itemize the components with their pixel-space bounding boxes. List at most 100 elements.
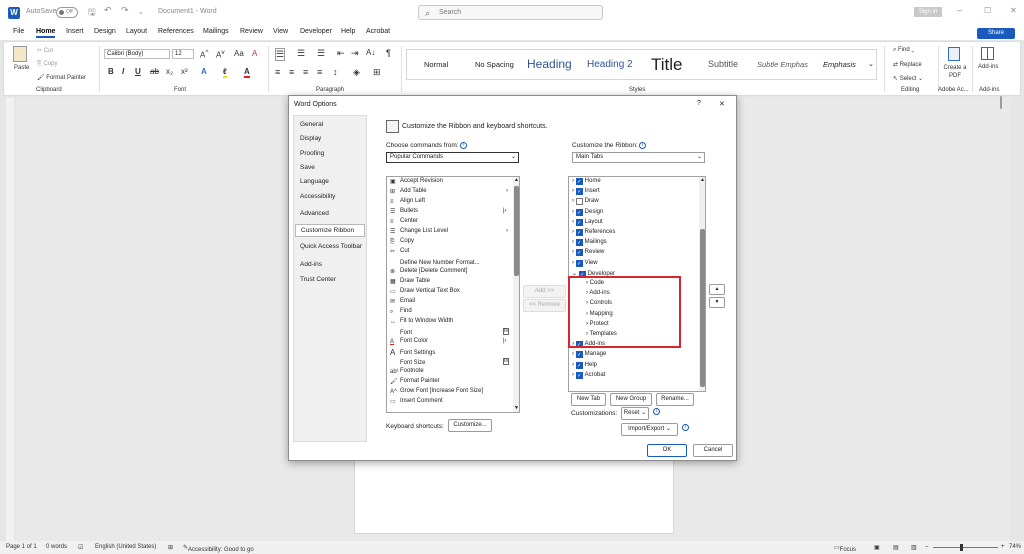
- customize-shortcuts-button[interactable]: Customize...: [448, 419, 492, 432]
- tab-mailings[interactable]: Mailings: [203, 28, 229, 35]
- list-item[interactable]: 🖌 Format Painter: [390, 378, 440, 385]
- dialog-close-icon[interactable]: ✕: [719, 100, 725, 108]
- customize-qat-icon[interactable]: ⌄: [138, 8, 144, 16]
- list-item[interactable]: Font I≡: [390, 328, 510, 336]
- list-item[interactable]: ▭ Draw Vertical Text Box: [390, 288, 460, 295]
- language-status[interactable]: English (United States): [95, 544, 156, 550]
- checkbox[interactable]: ✓: [575, 198, 583, 206]
- list-item[interactable]: ⊞ Add Table ›: [390, 188, 508, 195]
- tree-item[interactable]: › ✓ Design: [572, 208, 603, 216]
- zoom-slider[interactable]: [933, 547, 998, 548]
- tab-references[interactable]: References: [158, 28, 194, 35]
- focus-button[interactable]: ▭ Focus: [834, 544, 856, 553]
- list-item[interactable]: ▣ Accept Revision: [390, 178, 443, 185]
- style-heading-2[interactable]: Heading 2: [587, 50, 633, 79]
- ok-button[interactable]: OK: [647, 444, 687, 457]
- nav-accessibility[interactable]: Accessibility: [300, 193, 335, 200]
- cancel-button[interactable]: Cancel: [693, 444, 733, 457]
- text-effects-icon[interactable]: A: [201, 67, 207, 76]
- new-group-button[interactable]: New Group: [610, 393, 652, 406]
- style-subtle-emphasis[interactable]: Subtle Emphas: [757, 50, 808, 79]
- list-item[interactable]: ≡ Align Left: [390, 198, 425, 206]
- tab-layout[interactable]: Layout: [126, 28, 147, 35]
- tree-item[interactable]: › ✓ Draw: [572, 198, 599, 206]
- list-item[interactable]: Define New Number Format...: [390, 258, 480, 266]
- style-subtitle[interactable]: Subtitle: [708, 50, 738, 79]
- checkbox[interactable]: ✓: [575, 208, 583, 216]
- save-icon[interactable]: 🖫: [88, 5, 96, 21]
- select-button[interactable]: ↖ Select ⌄: [893, 75, 923, 82]
- align-right-icon[interactable]: ≡: [303, 67, 308, 77]
- nav-general[interactable]: General: [300, 121, 323, 128]
- list-item[interactable]: Font Size I≡: [390, 358, 510, 366]
- nav-quick-access-toolbar[interactable]: Quick Access Toolbar: [300, 243, 362, 250]
- zoom-in-icon[interactable]: +: [1001, 544, 1005, 550]
- add-button[interactable]: Add >>: [523, 285, 566, 298]
- close-window-icon[interactable]: ✕: [1010, 6, 1017, 15]
- replace-button[interactable]: ⇄ Replace: [893, 61, 922, 68]
- tree-item[interactable]: › ✓ Mailings: [572, 239, 607, 247]
- page-count[interactable]: Page 1 of 1: [6, 544, 37, 550]
- nav-trust-center[interactable]: Trust Center: [300, 276, 336, 283]
- dialog-help-icon[interactable]: ?: [697, 100, 701, 107]
- minimize-icon[interactable]: –: [957, 5, 962, 15]
- paste-icon[interactable]: [13, 46, 27, 62]
- superscript-icon[interactable]: x²: [181, 67, 188, 76]
- list-item[interactable]: ✉ Email: [390, 298, 415, 305]
- strikethrough-icon[interactable]: ab: [150, 67, 159, 76]
- tab-view[interactable]: View: [273, 28, 288, 35]
- cut-button[interactable]: ✂ Cut: [37, 47, 53, 54]
- accessibility-status[interactable]: ✎ Accessibility: Good to go: [183, 544, 254, 553]
- align-left-icon[interactable]: ≡: [275, 67, 280, 77]
- undo-icon[interactable]: ↶: [104, 5, 112, 16]
- add-ins-icon[interactable]: [981, 47, 994, 60]
- bold-icon[interactable]: B: [108, 67, 114, 76]
- list-item[interactable]: ↔ Fit to Window Width: [390, 318, 453, 326]
- underline-icon[interactable]: U: [135, 67, 141, 76]
- zoom-slider-thumb[interactable]: [960, 544, 963, 551]
- commands-list[interactable]: ▣ Accept Revision ⊞ Add Table › ≡ Align Left…: [386, 176, 520, 413]
- tab-help[interactable]: Help: [341, 28, 355, 35]
- nav-advanced[interactable]: Advanced: [300, 210, 329, 217]
- style-emphasis[interactable]: Emphasis: [823, 50, 856, 79]
- clear-formatting-icon[interactable]: A: [252, 49, 257, 58]
- sort-icon[interactable]: A↓: [366, 48, 375, 57]
- shrink-font-icon[interactable]: Av: [216, 49, 225, 60]
- zoom-level[interactable]: 74%: [1009, 544, 1021, 550]
- increase-indent-icon[interactable]: ⇥: [351, 48, 359, 59]
- list-item[interactable]: ✂ Cut: [390, 248, 409, 255]
- list-item[interactable]: A^ Grow Font [Increase Font Size]: [390, 388, 483, 396]
- list-item[interactable]: ≡ Center: [390, 218, 418, 226]
- justify-icon[interactable]: ≡: [317, 67, 322, 77]
- highlight-icon[interactable]: ℓ: [223, 67, 227, 78]
- web-layout-icon[interactable]: ▥: [911, 544, 917, 551]
- checkbox[interactable]: ✓: [575, 351, 583, 359]
- text-predictions-icon[interactable]: ⊞: [168, 544, 173, 551]
- nav-customize-ribbon[interactable]: Customize Ribbon: [295, 224, 365, 237]
- nav-proofing[interactable]: Proofing: [300, 150, 324, 157]
- maximize-icon[interactable]: ☐: [984, 6, 991, 15]
- tab-acrobat[interactable]: Acrobat: [366, 28, 390, 35]
- zoom-out-icon[interactable]: –: [925, 544, 928, 550]
- tab-home[interactable]: Home: [36, 28, 56, 38]
- list-item[interactable]: ⌕ Find: [390, 308, 412, 316]
- format-painter-button[interactable]: 🖌 Format Painter: [37, 74, 86, 81]
- tree-item[interactable]: › ✓ Review: [572, 249, 604, 257]
- remove-button[interactable]: << Remove: [523, 299, 566, 312]
- checkbox[interactable]: ✓: [575, 361, 583, 369]
- find-button[interactable]: ⌕ Find ⌄: [893, 47, 914, 54]
- nav-add-ins[interactable]: Add-ins: [300, 261, 322, 268]
- scroll-up-icon[interactable]: ▲: [514, 177, 519, 183]
- font-color-icon[interactable]: A: [244, 67, 250, 78]
- tree-item[interactable]: › ✓ Home: [572, 178, 601, 185]
- multilevel-list-icon[interactable]: ☰: [317, 48, 325, 59]
- tab-review[interactable]: Review: [240, 28, 263, 35]
- tab-design[interactable]: Design: [94, 28, 116, 35]
- checkbox[interactable]: ✓: [575, 218, 583, 226]
- font-name-box[interactable]: Calibri (Body): [104, 49, 170, 59]
- tree-scrollbar[interactable]: ▲: [699, 177, 705, 391]
- tree-item[interactable]: › ✓ References: [572, 229, 615, 236]
- list-item[interactable]: A Font Color |›: [390, 338, 507, 346]
- decrease-indent-icon[interactable]: ⇤: [337, 48, 345, 59]
- show-marks-icon[interactable]: ¶: [386, 48, 391, 58]
